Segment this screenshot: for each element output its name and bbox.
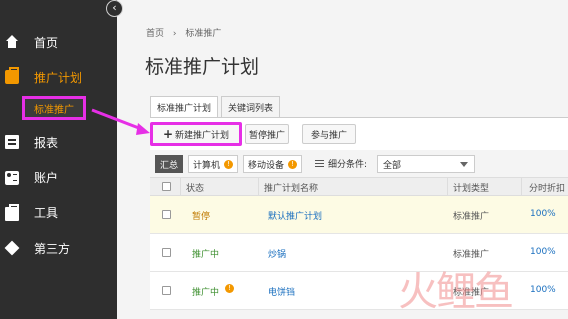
column-divider <box>180 178 181 197</box>
table-row[interactable]: 推广中 炒锅 标准推广 100% <box>150 234 568 272</box>
breadcrumb: 首页 › 标准推广 <box>146 26 227 39</box>
diamond-icon <box>5 241 19 255</box>
filter-computer-label: 计算机 <box>193 160 221 171</box>
row-checkbox[interactable] <box>162 210 171 219</box>
new-plan-label: 新建推广计划 <box>175 130 230 141</box>
row-status: 暂停 <box>192 212 211 222</box>
briefcase-icon <box>5 67 19 84</box>
table-header: 状态 推广计划名称 计划类型 分时折扣 <box>150 177 568 197</box>
list-icon <box>315 160 324 167</box>
filter-bar: 汇总 计算机 ! 移动设备 ! 细分条件: 全部 <box>150 150 568 176</box>
account-card-icon <box>5 171 19 185</box>
sidebar-item-tools[interactable]: 工具 <box>0 197 117 227</box>
column-header-type[interactable]: 计划类型 <box>453 181 489 194</box>
row-discount[interactable]: 100% <box>530 247 556 257</box>
sidebar-item-label: 第三方 <box>34 241 71 256</box>
filter-mobile[interactable]: 移动设备 ! <box>243 155 303 173</box>
row-plan-name[interactable]: 默认推广计划 <box>268 209 322 222</box>
pause-button[interactable]: 暂停推广 <box>245 124 289 144</box>
breadcrumb-home[interactable]: 首页 <box>146 29 164 39</box>
sidebar: 首页 推广计划 标准推广 报表 账户 工具 第三方 <box>0 0 117 319</box>
column-divider <box>447 178 448 197</box>
home-icon <box>5 35 19 49</box>
column-header-name[interactable]: 推广计划名称 <box>264 181 318 194</box>
sidebar-item-account[interactable]: 账户 <box>0 162 117 192</box>
filter-summary[interactable]: 汇总 <box>155 155 184 173</box>
plus-icon: + <box>162 127 174 141</box>
annotation-arrow-icon <box>91 108 150 135</box>
watermark-logo: 火鲤鱼 <box>398 268 568 319</box>
sidebar-item-label: 账户 <box>34 170 59 185</box>
column-header-status[interactable]: 状态 <box>186 181 204 194</box>
page-title: 标准推广计划 <box>145 56 260 78</box>
sidebar-item-label: 报表 <box>34 135 59 150</box>
row-plan-name[interactable]: 炒锅 <box>268 247 286 260</box>
row-status: 推广中 <box>192 288 220 298</box>
select-all-checkbox[interactable] <box>162 182 171 191</box>
column-divider <box>258 178 259 197</box>
watermark-text: 火鲤鱼 <box>398 269 514 315</box>
chevron-right-icon: › <box>172 29 177 39</box>
toolbox-icon <box>5 203 19 221</box>
tab-keyword-list[interactable]: 关键词列表 <box>221 96 281 118</box>
column-divider <box>521 178 522 197</box>
row-plan-type: 标准推广 <box>453 250 490 260</box>
row-checkbox[interactable] <box>162 248 171 257</box>
sidebar-item-third-party[interactable]: 第三方 <box>0 233 117 263</box>
segment-select-value: 全部 <box>383 160 402 171</box>
filter-mobile-label: 移动设备 <box>248 160 285 171</box>
tab-standard-plans[interactable]: 标准推广计划 <box>150 96 219 118</box>
column-header-discount[interactable]: 分时折扣 <box>529 181 565 194</box>
warning-icon[interactable]: ! <box>225 284 234 293</box>
join-button[interactable]: 参与推广 <box>302 124 356 144</box>
breadcrumb-current: 标准推广 <box>185 29 222 39</box>
new-plan-button[interactable]: + 新建推广计划 <box>150 122 242 146</box>
row-status: 推广中 <box>192 250 220 260</box>
sidebar-item-label: 首页 <box>34 35 59 50</box>
sidebar-item-campaigns[interactable]: 推广计划 <box>0 62 117 92</box>
sidebar-item-label: 工具 <box>34 205 59 220</box>
sidebar-item-label: 推广计划 <box>34 70 83 85</box>
filter-computer[interactable]: 计算机 ! <box>188 155 239 173</box>
warning-icon: ! <box>224 159 234 169</box>
row-discount[interactable]: 100% <box>530 209 556 219</box>
row-plan-type: 标准推广 <box>453 212 490 222</box>
tab-bar: 标准推广计划 关键词列表 <box>150 96 283 118</box>
toolbar: + 新建推广计划 暂停推广 参与推广 <box>150 118 568 150</box>
segment-select[interactable]: 全部 <box>377 155 475 173</box>
row-plan-name[interactable]: 电饼铛 <box>268 285 295 298</box>
sidebar-item-home[interactable]: 首页 <box>0 27 117 57</box>
table-row[interactable]: 暂停 默认推广计划 标准推广 100% <box>150 196 568 234</box>
segment-condition-label: 细分条件: <box>328 160 368 170</box>
sidebar-subitem-standard[interactable]: 标准推广 <box>22 96 86 120</box>
row-checkbox[interactable] <box>162 286 171 295</box>
warning-icon: ! <box>288 159 298 169</box>
report-icon <box>5 135 19 149</box>
chevron-down-icon <box>460 162 468 167</box>
app-root: 首页 推广计划 标准推广 报表 账户 工具 第三方 ‹ 首页 › 标准推广 标准… <box>0 0 568 319</box>
